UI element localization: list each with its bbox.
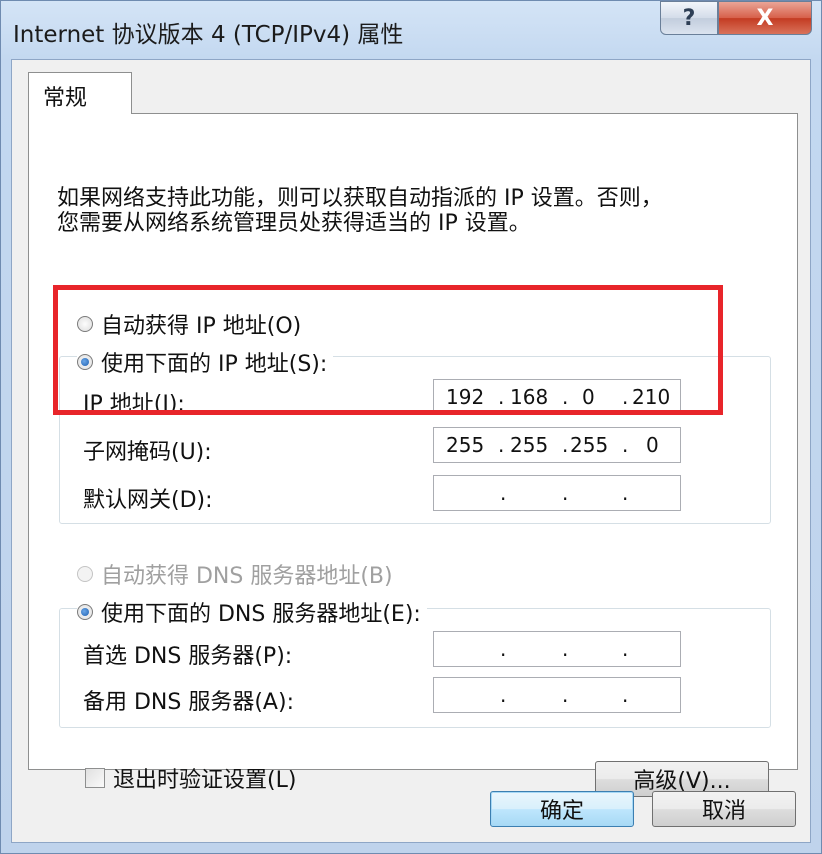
description-line-1: 如果网络支持此功能，则可以获取自动指派的 IP 设置。否则， xyxy=(57,186,663,211)
preferred-dns-dot: . xyxy=(562,637,569,661)
tab-general[interactable]: 常规 xyxy=(28,72,132,114)
cancel-button[interactable]: 取消 xyxy=(652,791,796,827)
alternate-dns-dot: . xyxy=(562,683,569,707)
dialog-client-area: 常规 如果网络支持此功能，则可以获取自动指派的 IP 设置。否则， 您需要从网络… xyxy=(11,59,811,843)
tab-panel-general: 如果网络支持此功能，则可以获取自动指派的 IP 设置。否则， 您需要从网络系统管… xyxy=(28,113,798,797)
preferred-dns-dot: . xyxy=(622,637,629,661)
default-gateway-label: 默认网关(D): xyxy=(83,488,213,513)
description-text: 如果网络支持此功能，则可以获取自动指派的 IP 设置。否则， 您需要从网络系统管… xyxy=(57,186,757,236)
subnet-dot: . xyxy=(562,433,569,457)
close-button[interactable]: X xyxy=(718,1,812,35)
radio-auto-dns-indicator[interactable] xyxy=(77,566,93,582)
title-bar[interactable]: Internet 协议版本 4 (TCP/IPv4) 属性 ? X xyxy=(1,1,821,57)
subnet-mask-label: 子网掩码(U): xyxy=(83,440,212,465)
ip-octet-3: 0 xyxy=(582,385,595,409)
ip-octet-4: 210 xyxy=(632,385,671,409)
alternate-dns-dot: . xyxy=(622,683,629,707)
gateway-dot: . xyxy=(622,481,629,505)
radio-manual-dns[interactable]: 使用下面的 DNS 服务器地址(E): xyxy=(77,596,427,628)
alternate-dns-input[interactable]: . . . xyxy=(433,677,681,713)
ip-dot: . xyxy=(562,385,569,409)
radio-manual-ip-label: 使用下面的 IP 地址(S): xyxy=(101,352,328,377)
description-line-2: 您需要从网络系统管理员处获得适当的 IP 设置。 xyxy=(57,211,531,236)
ip-dot: . xyxy=(498,385,505,409)
close-icon: X xyxy=(756,5,774,31)
preferred-dns-label: 首选 DNS 服务器(P): xyxy=(83,644,293,669)
gateway-dot: . xyxy=(500,481,507,505)
subnet-octet-4: 0 xyxy=(646,433,659,457)
radio-manual-dns-label: 使用下面的 DNS 服务器地址(E): xyxy=(101,602,421,627)
ip-address-input[interactable]: 192 . 168 . 0 . 210 xyxy=(433,379,681,415)
alternate-dns-dot: . xyxy=(500,683,507,707)
validate-on-exit-checkbox-row[interactable]: 退出时验证设置(L) xyxy=(85,762,296,794)
subnet-octet-2: 255 xyxy=(510,433,549,457)
radio-auto-dns[interactable]: 自动获得 DNS 服务器地址(B) xyxy=(77,558,393,590)
ok-button[interactable]: 确定 xyxy=(490,791,634,827)
preferred-dns-dot: . xyxy=(500,637,507,661)
window-title: Internet 协议版本 4 (TCP/IPv4) 属性 xyxy=(13,22,404,48)
preferred-dns-input[interactable]: . . . xyxy=(433,631,681,667)
subnet-dot: . xyxy=(622,433,629,457)
subnet-octet-1: 255 xyxy=(446,433,485,457)
ip-dot: . xyxy=(622,385,629,409)
subnet-dot: . xyxy=(498,433,505,457)
subnet-mask-input[interactable]: 255 . 255 . 255 . 0 xyxy=(433,427,681,463)
radio-manual-ip-indicator[interactable] xyxy=(77,354,93,370)
help-icon: ? xyxy=(682,5,696,31)
ip-octet-2: 168 xyxy=(510,385,549,409)
radio-auto-ip[interactable]: 自动获得 IP 地址(O) xyxy=(77,308,301,340)
default-gateway-input[interactable]: . . . xyxy=(433,475,681,511)
radio-auto-ip-label: 自动获得 IP 地址(O) xyxy=(101,314,302,339)
help-button[interactable]: ? xyxy=(660,1,718,35)
subnet-octet-3: 255 xyxy=(570,433,609,457)
gateway-dot: . xyxy=(562,481,569,505)
ip-octet-1: 192 xyxy=(446,385,485,409)
dialog-window: Internet 协议版本 4 (TCP/IPv4) 属性 ? X 常规 如果网… xyxy=(0,0,822,854)
radio-manual-dns-indicator[interactable] xyxy=(77,604,93,620)
radio-auto-ip-indicator[interactable] xyxy=(77,316,93,332)
validate-on-exit-label: 退出时验证设置(L) xyxy=(113,768,297,793)
radio-manual-ip[interactable]: 使用下面的 IP 地址(S): xyxy=(77,346,334,378)
alternate-dns-label: 备用 DNS 服务器(A): xyxy=(83,690,294,715)
validate-on-exit-checkbox[interactable] xyxy=(85,768,105,788)
radio-auto-dns-label: 自动获得 DNS 服务器地址(B) xyxy=(101,564,393,589)
ip-address-label: IP 地址(I): xyxy=(83,392,185,417)
